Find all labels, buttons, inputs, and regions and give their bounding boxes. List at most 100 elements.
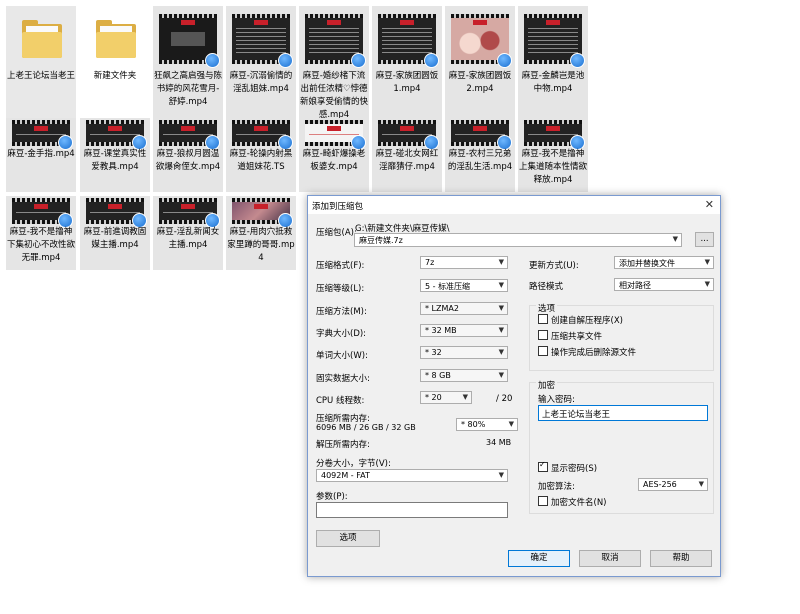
checkbox-box[interactable] [538, 314, 548, 324]
media-player-icon [497, 53, 512, 68]
cancel-button[interactable]: 取消 [579, 550, 641, 567]
setting-combo[interactable]: * 32 MB ▼ [420, 324, 508, 337]
video-thumbnail [159, 14, 220, 68]
setting-combo[interactable]: 5 - 标准压缩 ▼ [420, 279, 508, 292]
checkbox-box[interactable] [538, 460, 548, 472]
browse-button[interactable]: ... [695, 232, 714, 247]
file-item[interactable]: 麻豆-我不是撸神上集道随本性情欲释放.mp4 [518, 118, 588, 192]
update-value: 添加并替换文件 [619, 259, 675, 268]
setting-label: CPU 线程数: [316, 396, 365, 406]
password-value: 上老王论坛当老王 [542, 410, 611, 420]
file-item[interactable]: 麻豆-金麟岂是池中物.mp4 [518, 6, 588, 118]
chevron-down-icon[interactable]: ▼ [499, 348, 504, 356]
chevron-down-icon[interactable]: ▼ [705, 280, 710, 288]
chevron-down-icon[interactable]: ▼ [509, 420, 514, 428]
file-name: 狂飙之高启强与陈书婷的风花雪月-舒婷.mp4 [154, 71, 223, 107]
path-combo[interactable]: 相对路径 ▼ [614, 278, 714, 291]
file-item[interactable]: 麻豆-婚纱楮下流出前任浓精♡悖德新娘享受偷情的快感.mp4 [299, 6, 369, 120]
algo-combo[interactable]: AES-256 ▼ [638, 478, 708, 491]
option-label: 创建自解压程序(X) [551, 316, 623, 326]
option-label: 操作完成后删除源文件 [551, 348, 637, 358]
chevron-down-icon[interactable]: ▼ [699, 480, 704, 488]
password-input[interactable]: 上老王论坛当老王 [538, 405, 708, 421]
show-password-checkbox[interactable]: 显示密码(S) [538, 460, 597, 474]
chevron-down-icon[interactable]: ▼ [499, 281, 504, 289]
file-item[interactable]: 麻豆-碰北女网红淫靡猜仔.mp4 [372, 118, 442, 192]
video-thumbnail [86, 198, 147, 228]
chevron-down-icon[interactable]: ▼ [499, 258, 504, 266]
file-item[interactable]: 麻豆-课堂真实性爱教具.mp4 [80, 118, 150, 192]
file-item[interactable]: 麻豆-农村三兄弟的淫乱生活.mp4 [445, 118, 515, 192]
params-label: 参数(P): [316, 492, 348, 502]
password-label: 输入密码: [538, 395, 575, 405]
file-item[interactable]: 麻豆-轮操内射黑道姐妹花.TS [226, 118, 296, 192]
thread-max: / 20 [496, 394, 513, 404]
file-item[interactable]: 麻豆-家族团圆饭1.mp4 [372, 6, 442, 118]
video-thumbnail [232, 14, 293, 68]
setting-label: 压缩格式(F): [316, 261, 365, 271]
checkbox-box[interactable] [538, 330, 548, 340]
archive-name-combo[interactable]: 麻豆传媒.7z ▼ [354, 233, 682, 247]
video-thumbnail [12, 198, 73, 228]
setting-combo[interactable]: 7z ▼ [420, 256, 508, 269]
file-item[interactable]: 麻豆-金手指.mp4 [6, 118, 76, 192]
setting-combo[interactable]: * 32 ▼ [420, 346, 508, 359]
setting-combo[interactable]: * 20 ▼ [420, 391, 472, 404]
file-item[interactable]: 麻豆-狼叔月圆温欲爆肏侄女.mp4 [153, 118, 223, 192]
folder-item[interactable]: 新建文件夹 [80, 6, 150, 118]
setting-value: * LZMA2 [425, 304, 459, 313]
setting-value: 5 - 标准压缩 [425, 282, 471, 291]
mem-compress-value: 6096 MB / 26 GB / 32 GB [316, 423, 416, 432]
file-item[interactable]: 麻豆-畸虾爆操老板婆女.mp4 [299, 118, 369, 192]
setting-value: * 8 GB [425, 371, 451, 380]
file-item[interactable]: 狂飙之高启强与陈书婷的风花雪月-舒婷.mp4 [153, 6, 223, 118]
file-item[interactable]: 麻豆-前進调教固媒主播.mp4 [80, 196, 150, 270]
option-checkbox[interactable]: 压缩共享文件 [538, 330, 602, 342]
update-combo[interactable]: 添加并替换文件 ▼ [614, 256, 714, 269]
close-icon[interactable]: ✕ [705, 198, 714, 211]
chevron-down-icon[interactable]: ▼ [499, 304, 504, 312]
setting-combo[interactable]: * LZMA2 ▼ [420, 302, 508, 315]
checkbox-box[interactable] [538, 496, 548, 506]
folder-icon [96, 20, 136, 58]
ok-button[interactable]: 确定 [508, 550, 570, 567]
file-item[interactable]: 麻豆-淫乱新闻女主播.mp4 [153, 196, 223, 270]
checkbox-box[interactable] [538, 346, 548, 356]
setting-label: 压缩等级(L): [316, 284, 365, 294]
chevron-down-icon[interactable]: ▼ [499, 326, 504, 334]
path-value: 相对路径 [619, 281, 651, 290]
options-button[interactable]: 选项 [316, 530, 380, 547]
video-thumbnail [451, 120, 512, 150]
chevron-down-icon[interactable]: ▼ [463, 393, 468, 401]
encrypt-names-checkbox[interactable]: 加密文件名(N) [538, 496, 607, 508]
chevron-down-icon[interactable]: ▼ [705, 258, 710, 266]
file-item[interactable]: 麻豆-用肉穴抵救家里蹲的哥哥.mp4 [226, 196, 296, 270]
option-checkbox[interactable]: 创建自解压程序(X) [538, 314, 623, 326]
encrypt-names-label: 加密文件名(N) [551, 498, 607, 508]
video-thumbnail [524, 120, 585, 150]
folder-icon [22, 20, 62, 58]
file-item[interactable]: 麻豆-我不是撸神下集初心不改性欲无罪.mp4 [6, 196, 76, 270]
mem-percent-combo[interactable]: * 80% ▼ [456, 418, 518, 431]
setting-combo[interactable]: * 8 GB ▼ [420, 369, 508, 382]
chevron-down-icon[interactable]: ▼ [499, 471, 504, 479]
chevron-down-icon[interactable]: ▼ [673, 235, 678, 243]
help-button[interactable]: 帮助 [650, 550, 712, 567]
algo-label: 加密算法: [538, 482, 575, 492]
video-thumbnail [232, 120, 293, 150]
option-label: 压缩共享文件 [551, 332, 603, 342]
file-name: 上老王论坛当老王 [7, 71, 76, 81]
dialog-titlebar[interactable]: 添加到压缩包 ✕ [308, 196, 720, 214]
file-name: 麻豆-轮操内射黑道姐妹花.TS [229, 149, 293, 172]
chevron-down-icon[interactable]: ▼ [499, 371, 504, 379]
option-checkbox[interactable]: 操作完成后删除源文件 [538, 346, 636, 358]
file-item[interactable]: 麻豆-沉溺偷情的淫乱姐妹.mp4 [226, 6, 296, 118]
file-item[interactable]: 麻豆-家族团圆饭2.mp4 [445, 6, 515, 118]
split-combo[interactable]: 4092M - FAT ▼ [316, 469, 508, 482]
folder-item[interactable]: 上老王论坛当老王 [6, 6, 76, 118]
setting-value: * 32 [425, 348, 442, 357]
params-input[interactable] [316, 502, 508, 518]
file-name: 麻豆-用肉穴抵救家里蹲的哥哥.mp4 [227, 227, 295, 263]
media-player-icon [205, 53, 220, 68]
split-value: 4092M - FAT [321, 471, 370, 480]
